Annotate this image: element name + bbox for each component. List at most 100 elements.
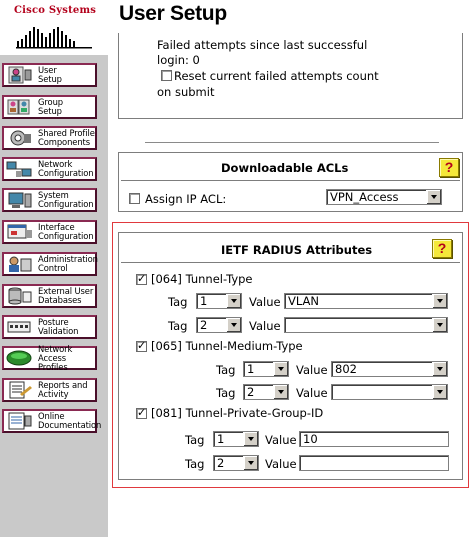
tag-label: Tag [216,386,236,400]
private-group-value2-input[interactable] [299,455,449,471]
shared-profile-icon [6,128,34,148]
tunnel-type-value1-select[interactable]: VLAN [284,293,448,309]
failed-attempts-panel: Failed attempts since last successful lo… [118,33,463,119]
nav-label: Network Access Profiles [38,343,73,372]
select-value: 2 [247,385,255,399]
value-label: Value [296,363,328,377]
value-label: Value [249,319,281,333]
nav-network-configuration[interactable]: Network Configuration [2,157,97,181]
select-value: VLAN [288,294,320,308]
tag-label: Tag [216,363,236,377]
select-value: 2 [200,318,208,332]
cisco-logo: Cisco Systems [14,5,97,49]
tunnel-medium-tag1-select[interactable]: 1 [243,361,289,377]
ietf-radius-title: IETF RADIUS Attributes [221,243,373,257]
nav-label: Administration Control [38,254,98,273]
value-label: Value [296,386,328,400]
tag-label: Tag [168,295,188,309]
nav-network-access-profiles[interactable]: Network Access Profiles [2,343,97,372]
tunnel-type-tag1-select[interactable]: 1 [196,293,242,309]
reset-failed-attempts-checkbox[interactable] [161,70,172,81]
nav-administration-control[interactable]: Administration Control [2,252,98,276]
value-label: Value [249,295,281,309]
user-setup-icon [6,65,34,85]
nav-label: User Setup [38,65,62,84]
admin-control-icon [6,254,34,274]
brand-name: Cisco Systems [14,5,97,16]
chevron-down-icon[interactable] [432,318,447,332]
assign-ip-acl-label: Assign IP ACL: [145,192,227,206]
help-icon[interactable]: ? [439,158,459,177]
left-navigation: Cisco Systems User Setup Group Setup Sha… [0,0,108,537]
tunnel-type-checkbox[interactable] [136,272,147,285]
interface-config-icon [6,222,34,242]
nav-reports-and-activity[interactable]: Reports and Activity [2,378,97,402]
assign-ip-acl-checkbox[interactable] [129,193,140,204]
tunnel-private-group-checkbox[interactable] [136,406,147,419]
tunnel-medium-value1-select[interactable]: 802 [331,361,448,377]
chevron-down-icon[interactable] [273,385,288,399]
section-divider [145,142,439,144]
chevron-down-icon[interactable] [426,190,441,204]
chevron-down-icon[interactable] [432,362,447,376]
private-group-tag1-select[interactable]: 1 [213,431,259,447]
network-access-profiles-icon [6,348,34,368]
network-config-icon [6,159,34,179]
ietf-radius-header: IETF RADIUS Attributes ? [121,235,460,263]
nav-label: Network Configuration [38,159,94,178]
tunnel-private-group-label: [081] Tunnel-Private-Group-ID [151,406,324,420]
tunnel-type-tag2-select[interactable]: 2 [196,317,242,333]
page-title: User Setup [119,2,227,25]
tunnel-medium-tag2-select[interactable]: 2 [243,384,289,400]
nav-system-configuration[interactable]: System Configuration [2,188,97,212]
nav-label: Interface Configuration [38,222,94,241]
nav-posture-validation[interactable]: Posture Validation [2,315,97,339]
reports-icon [6,380,34,400]
nav-label: Group Setup [38,97,63,116]
select-value: 802 [335,362,357,376]
tunnel-type-value2-select[interactable] [284,317,448,333]
downloadable-acls-title: Downloadable ACLs [221,161,349,175]
select-value: 1 [247,362,255,376]
select-value: 1 [217,432,225,446]
reset-failed-attempts-label: Reset current failed attempts count [174,69,379,83]
chevron-down-icon[interactable] [432,385,447,399]
ietf-radius-panel: IETF RADIUS Attributes ? [064] Tunnel-Ty… [118,232,463,480]
nav-label: External User Databases [38,286,94,305]
nav-user-setup[interactable]: User Setup [2,63,97,87]
help-icon[interactable]: ? [432,239,452,258]
chevron-down-icon[interactable] [226,294,241,308]
nav-group-setup[interactable]: Group Setup [2,95,97,119]
nav-label: Reports and Activity [38,380,88,399]
ip-acl-select[interactable]: VPN_Access [326,189,442,205]
chevron-down-icon[interactable] [243,456,258,470]
nav-online-documentation[interactable]: Online Documentation [2,409,101,433]
group-setup-icon [6,97,34,117]
nav-shared-profile-components[interactable]: Shared Profile Components [2,126,97,150]
nav-external-user-databases[interactable]: External User Databases [2,284,97,308]
chevron-down-icon[interactable] [432,294,447,308]
chevron-down-icon[interactable] [226,318,241,332]
tunnel-medium-value2-select[interactable] [331,384,448,400]
reset-failed-attempts-label-cont: on submit [157,85,215,99]
nav-interface-configuration[interactable]: Interface Configuration [2,220,97,244]
tag-label: Tag [185,457,205,471]
nav-label: System Configuration [38,190,94,209]
tunnel-type-label: [064] Tunnel-Type [151,272,253,286]
failed-attempts-count: login: 0 [157,53,200,67]
posture-validation-icon [6,317,34,337]
private-group-value1-input[interactable]: 10 [299,431,449,447]
nav-label: Posture Validation [38,317,79,336]
chevron-down-icon[interactable] [273,362,288,376]
tunnel-medium-type-checkbox[interactable] [136,339,147,352]
nav-label: Shared Profile Components [38,128,95,147]
cisco-bridge-icon [16,27,92,49]
private-group-tag2-select[interactable]: 2 [213,455,259,471]
external-db-icon [6,286,34,306]
tag-label: Tag [168,319,188,333]
tag-label: Tag [185,433,205,447]
downloadable-acls-header: Downloadable ACLs ? [121,155,460,181]
chevron-down-icon[interactable] [243,432,258,446]
online-docs-icon [6,411,34,431]
select-value: 2 [217,456,225,470]
